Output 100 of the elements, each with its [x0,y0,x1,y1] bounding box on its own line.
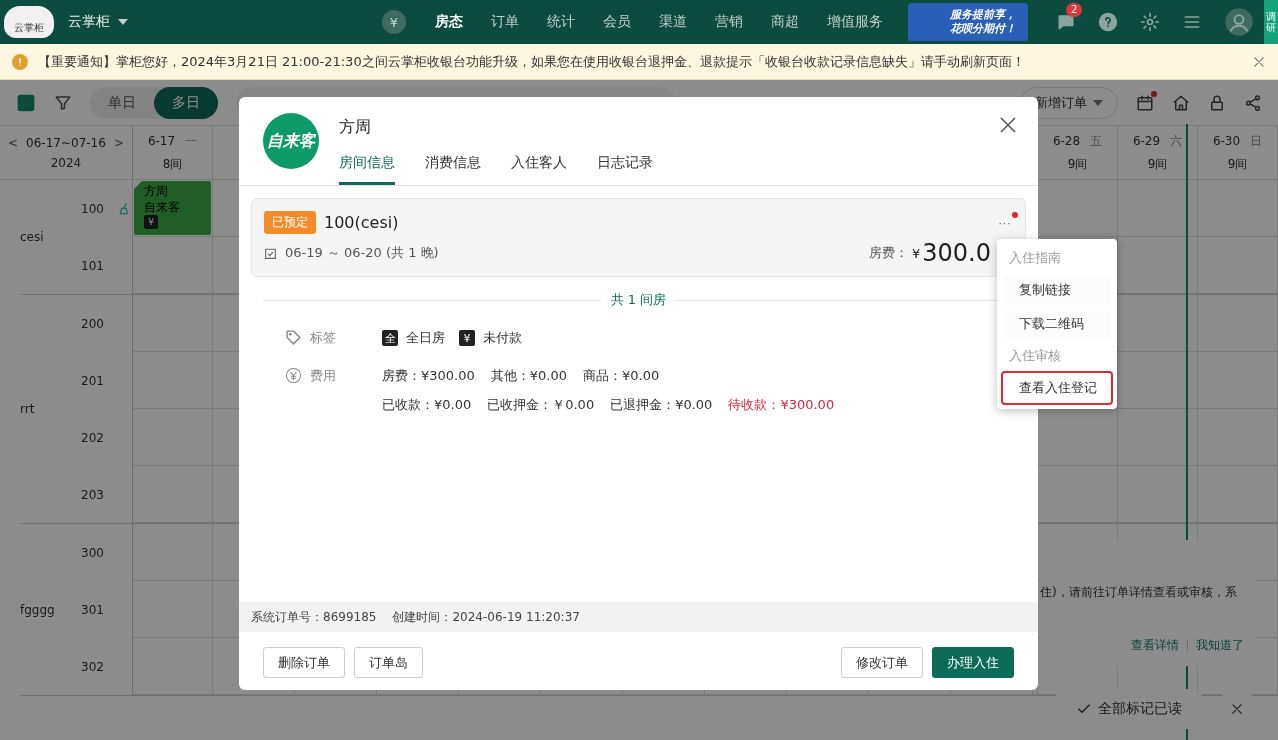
calendar-cell[interactable] [133,295,213,352]
logo[interactable]: 云掌柜 [4,6,54,38]
calendar-check-icon [264,246,277,260]
calendar-cell[interactable] [133,352,213,409]
currency-symbol: ¥ [912,245,921,261]
room-number: 101 [81,258,104,273]
fees-label: 费用 [310,367,336,385]
fee-item: 已退押金：¥0.00 [610,396,713,414]
payment-mark: ¥ [144,215,158,229]
calendar-cell[interactable] [133,409,213,466]
day-room-count: 9间 [1067,155,1088,173]
notification-text: 住)，请前往订单详情查看或审核，系 [1040,585,1237,599]
dialog-button[interactable]: 修改订单 [841,647,923,678]
message-count-badge: 2 [1066,3,1083,17]
calendar-cell[interactable] [1198,295,1278,352]
share-icon[interactable] [1244,93,1262,112]
room-number: 202 [81,430,104,445]
tag-label: 未付款 [483,329,522,347]
room-price: 300.0 [922,242,991,264]
next-range-button[interactable]: > [113,135,124,150]
warning-icon [12,53,28,70]
room-group-name: fgggg [20,602,55,617]
day-room-count: 9间 [1147,155,1168,173]
check-in-button[interactable]: 办理入住 [932,647,1014,678]
menu-group-label: 入住指南 [1008,249,1062,267]
nav-item[interactable]: 订单 [478,13,532,31]
guest-name: 方周 [339,117,372,138]
previous-range-button[interactable]: < [8,135,19,150]
currency-icon[interactable]: ¥ [382,10,406,34]
guest-source-avatar: 自来客 [263,113,319,169]
created-time: 创建时间：2024-06-19 11:20:37 [392,608,580,626]
nav-item[interactable]: 营销 [702,13,756,31]
menu-group-label: 入住审核 [1008,347,1062,365]
day-weekday: 六 [1170,133,1183,148]
more-button[interactable]: ··· [994,215,1015,230]
day-date: 6-29 [1132,133,1161,148]
day-weekday: 日 [1250,133,1263,148]
day-date: 6-17 [147,133,176,148]
notification-link[interactable]: 查看详情 [1131,637,1179,654]
close-icon [1230,702,1244,716]
lock-icon[interactable] [1208,93,1226,112]
message-icon[interactable] [1056,12,1076,32]
house-icon[interactable] [1172,93,1190,112]
room-count: 共 1 间房 [610,291,667,309]
tag-badge: ¥ [459,330,475,346]
room-number: 302 [81,659,104,674]
date-range: 06-17~07-16 [26,135,106,150]
avatar-icon[interactable] [1224,7,1254,37]
view-mode-tab[interactable]: 多日 [154,86,218,119]
filter-icon[interactable] [54,93,72,112]
yen-circle-icon [285,367,302,384]
calendar-cell[interactable] [133,524,213,581]
booking-guest: 方周 [144,183,169,199]
dialog-tab[interactable]: 入住客人 [511,154,567,185]
room-name: 100(cesi) [324,213,399,232]
view-mode-tab[interactable]: 单日 [90,86,154,119]
day-date: 6-30 [1212,133,1241,148]
amount-due: 待收款：¥300.00 [728,396,835,414]
settings-icon[interactable] [1140,12,1160,32]
calendar-cell[interactable] [133,638,213,695]
store-selector[interactable]: 云掌柜 [68,13,128,31]
promo-banner[interactable]: 服务提前享， 花呗分期付！ [908,3,1028,41]
room-group-name: rrt [20,402,35,416]
dialog-tab[interactable]: 日志记录 [597,154,653,185]
nav-item[interactable]: 渠道 [646,13,700,31]
calendar-icon[interactable] [1136,93,1154,112]
order-number: 系统订单号：8699185 [251,608,377,626]
booking-block[interactable]: 方周 自来客 ¥ [134,181,211,235]
nav-item[interactable]: 房态 [422,13,476,31]
dialog-button[interactable]: 删除订单 [263,647,345,678]
notification-link[interactable]: 我知道了 [1196,637,1244,654]
dialog-button[interactable]: 订单岛 [354,647,423,678]
caret-icon [118,19,128,25]
tag-badge: 全 [382,330,398,346]
booking-status-badge: 已预定 [264,211,316,234]
calendar-cell[interactable] [133,581,213,638]
help-icon[interactable] [1098,12,1118,32]
room-number: 300 [81,545,104,560]
nav-item[interactable]: 增值服务 [814,13,896,31]
fee-item: 房费：¥300.00 [382,367,475,385]
room-number: 203 [81,487,104,502]
calendar-cell[interactable] [133,237,213,294]
menu-item[interactable]: 查看入住登记 [1001,371,1113,405]
calendar-cell[interactable] [1198,237,1278,294]
caret-icon [1093,99,1103,106]
nav-item[interactable]: 商超 [758,13,812,31]
year-label: 2024 [50,155,82,170]
fee-item: 其他：¥0.00 [490,367,567,385]
nav-item[interactable]: 统计 [534,13,588,31]
calendar-cell[interactable] [1198,466,1278,523]
nav-item[interactable]: 会员 [590,13,644,31]
tag-label: 全日房 [406,329,445,347]
dialog-tab[interactable]: 消费信息 [425,154,481,185]
tag-icon [285,329,302,346]
grid-view-icon[interactable] [16,92,36,113]
calendar-cell[interactable] [133,466,213,523]
price-label: 房费： [869,244,908,262]
close-icon[interactable] [1252,54,1266,69]
close-button[interactable] [1000,117,1016,133]
dialog-tab[interactable]: 房间信息 [339,154,395,185]
